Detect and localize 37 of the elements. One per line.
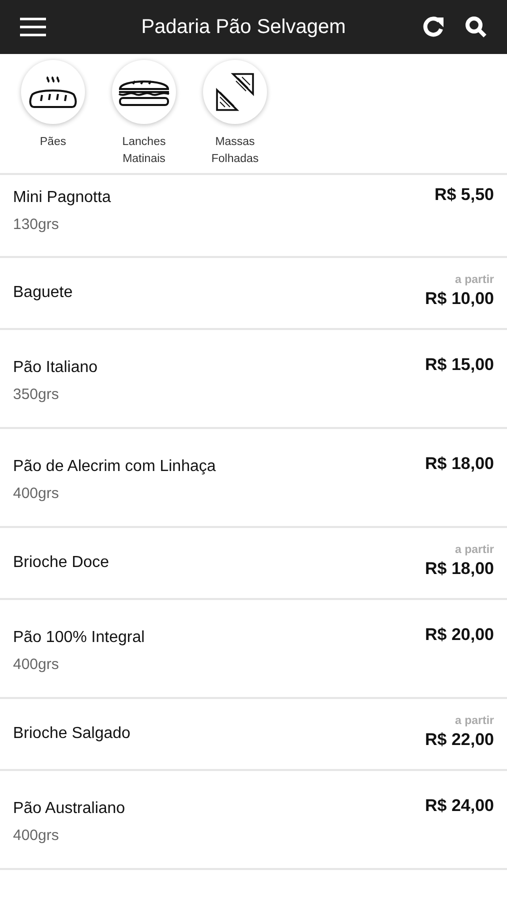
product-row[interactable]: Mini Pagnotta 130grs R$ 5,50: [0, 175, 507, 258]
product-row[interactable]: Pão de Alecrim com Linhaça 400grs R$ 18,00: [0, 429, 507, 528]
product-row[interactable]: Brioche Doce a partir R$ 18,00: [0, 528, 507, 600]
product-weight: 400grs: [13, 655, 60, 675]
product-price: R$ 18,00: [425, 453, 494, 475]
app-title: Padaria Pão Selvagem: [140, 15, 347, 40]
product-price: R$ 20,00: [425, 624, 494, 646]
product-price: R$ 22,00: [425, 729, 494, 751]
product-row[interactable]: Brioche Salgado a partir R$ 22,00: [0, 699, 507, 771]
product-price: R$ 18,00: [425, 558, 494, 580]
product-name: Baguete: [13, 283, 73, 303]
product-weight: 130grs: [13, 215, 60, 235]
product-name: Pão Australiano: [13, 799, 126, 819]
price-note: a partir: [455, 543, 494, 557]
product-row[interactable]: Pão Italiano 350grs R$ 15,00: [0, 330, 507, 429]
product-name: Brioche Salgado: [13, 724, 130, 744]
search-icon[interactable]: [465, 16, 487, 38]
product-weight: 400grs: [13, 826, 60, 846]
product-price: R$ 15,00: [425, 354, 494, 376]
product-row[interactable]: Pão Australiano 400grs R$ 24,00: [0, 771, 507, 870]
sandwich-triangles-icon: [215, 72, 255, 112]
product-weight: 350grs: [13, 385, 60, 405]
product-name: Pão Italiano: [13, 358, 98, 378]
product-price: R$ 24,00: [425, 795, 494, 817]
product-name: Brioche Doce: [13, 553, 110, 573]
product-name: Pão 100% Integral: [13, 628, 145, 648]
price-note: a partir: [455, 273, 494, 287]
product-price: R$ 5,50: [434, 184, 494, 206]
product-row[interactable]: Baguete a partir R$ 10,00: [0, 258, 507, 330]
menu-icon[interactable]: [20, 17, 46, 37]
product-weight: 400grs: [13, 484, 60, 504]
product-name: Pão de Alecrim com Linhaça: [13, 457, 216, 477]
bread-icon: [28, 75, 78, 109]
product-price: R$ 10,00: [425, 288, 494, 310]
product-row[interactable]: Pão 100% Integral 400grs R$ 20,00: [0, 600, 507, 699]
product-name: Mini Pagnotta: [13, 188, 111, 208]
price-note: a partir: [455, 714, 494, 728]
